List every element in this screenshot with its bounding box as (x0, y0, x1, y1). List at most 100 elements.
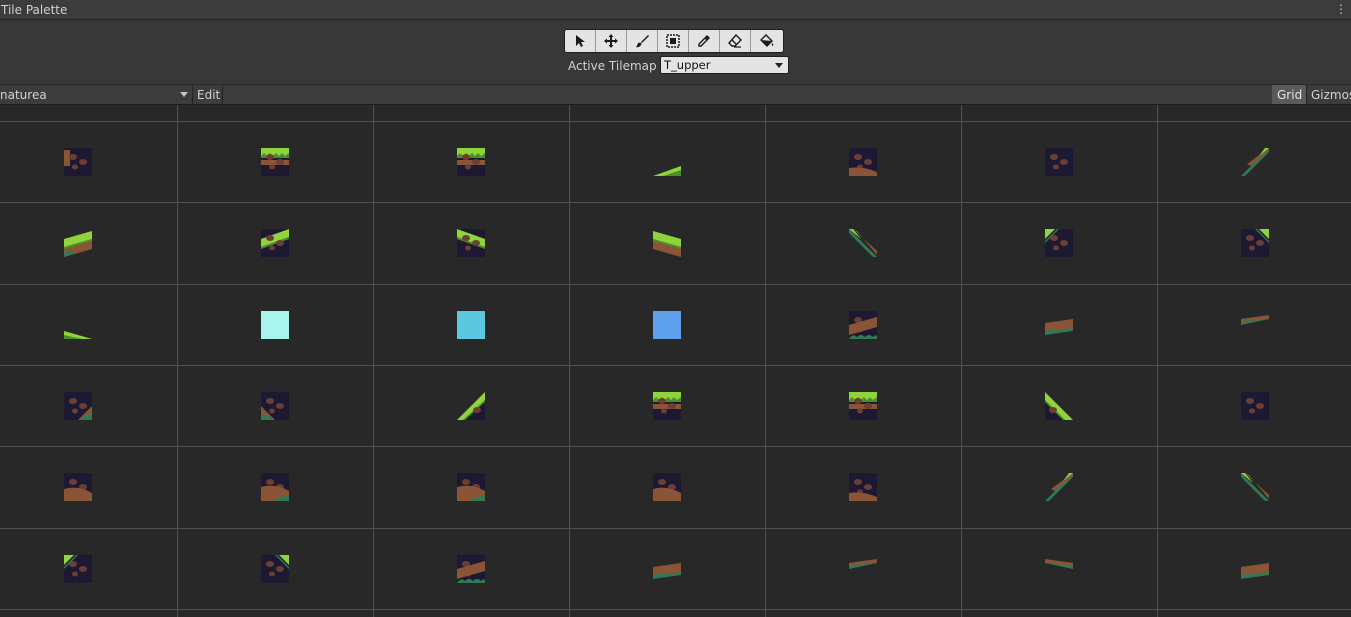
tile-dirt-full-rocks[interactable] (1045, 148, 1073, 176)
kebab-menu-icon[interactable]: ⋮ (1335, 2, 1347, 16)
tile-sprite (1045, 229, 1073, 257)
tile-sprite (457, 229, 485, 257)
tile-dirt-slope-up-small[interactable] (1045, 311, 1073, 339)
tile-dirt-bottom-brown-leaf[interactable] (261, 473, 289, 501)
tile-dirt-slope-up-small[interactable] (653, 555, 681, 583)
tile-grass-slope-up-left[interactable] (64, 229, 92, 257)
tile-dirt-leaf-corner-left[interactable] (261, 392, 289, 420)
cursor-icon (576, 35, 585, 47)
grid-line (765, 105, 766, 617)
grid-line (0, 121, 1351, 122)
tile-sprite (457, 392, 485, 420)
tile-dirt-grass-corner-right[interactable] (261, 555, 289, 583)
brush-icon (635, 35, 649, 48)
tile-sprite (849, 229, 877, 257)
tile-sprite (1241, 473, 1269, 501)
tile-grass-slope-down-left[interactable] (457, 229, 485, 257)
grid-line (373, 105, 374, 617)
tile-sprite (64, 148, 92, 176)
paint-bucket-icon (760, 34, 774, 47)
box-fill-tool-button[interactable] (658, 30, 689, 52)
tile-grass-top-full[interactable] (849, 392, 877, 420)
tile-edge-diagonal-down[interactable] (849, 229, 877, 257)
eraser-icon (728, 34, 742, 48)
tile-grass-slope-up-right[interactable] (261, 229, 289, 257)
edit-button[interactable]: Edit (193, 85, 223, 104)
tile-dirt-bottom-brown-leaf[interactable] (457, 473, 485, 501)
grid-toggle-button[interactable]: Grid (1272, 85, 1306, 104)
tile-grass-slope-small-down[interactable] (64, 311, 92, 339)
tile-color-cyan[interactable] (457, 311, 485, 339)
move-tool-button[interactable] (596, 30, 627, 52)
tile-sprite (653, 311, 681, 339)
gizmos-toggle-button[interactable]: Gizmos (1306, 85, 1351, 104)
erase-tool-button[interactable] (720, 30, 751, 52)
palette-grid-canvas[interactable] (0, 105, 1351, 617)
grid-line (0, 528, 1351, 529)
tile-dirt-grass-corner[interactable] (64, 555, 92, 583)
tile-sprite (457, 473, 485, 501)
tile-grass-slope-small-up[interactable] (653, 148, 681, 176)
tile-sprite (653, 231, 681, 257)
tile-grass-triangle-down[interactable] (1045, 392, 1073, 420)
tile-dirt-full-rocks[interactable] (1241, 392, 1269, 420)
active-tilemap-value: T_upper (664, 58, 711, 72)
tile-sprite (849, 559, 877, 569)
tile-grass-slope-down-right[interactable] (653, 229, 681, 257)
tile-edge-diagonal-up[interactable] (1241, 148, 1269, 176)
tile-dirt-leaf-corner[interactable] (64, 392, 92, 420)
picker-tool-button[interactable] (689, 30, 720, 52)
tile-sprite (1241, 563, 1269, 579)
active-tilemap-dropdown[interactable]: T_upper (660, 56, 789, 74)
grid-line (0, 202, 1351, 203)
box-fill-icon (666, 34, 680, 48)
tile-sprite (1241, 229, 1269, 257)
tile-sprite (849, 148, 877, 176)
tile-grass-top-full[interactable] (653, 392, 681, 420)
fill-tool-button[interactable] (751, 30, 783, 52)
tile-sprite (64, 473, 92, 501)
window-titlebar: Tile Palette ⋮ (0, 0, 1351, 20)
tile-sprite (457, 148, 485, 176)
tile-sprite (457, 555, 485, 583)
tile-dirt-full-bottom[interactable] (849, 473, 877, 501)
tile-sprite (64, 392, 92, 420)
tool-button-group (564, 29, 784, 53)
tile-sprite (653, 473, 681, 501)
grid-line (961, 105, 962, 617)
tile-dirt-slope-thin-down[interactable] (1045, 555, 1073, 583)
grid-line (0, 609, 1351, 610)
tile-dirt-slope-thin[interactable] (1241, 311, 1269, 339)
grid-line (177, 105, 178, 617)
paint-tool-button[interactable] (627, 30, 658, 52)
tile-sprite (1241, 148, 1269, 176)
tile-edge-diagonal-up[interactable] (1045, 473, 1073, 501)
tile-sprite (261, 555, 289, 583)
tile-grass-triangle-up[interactable] (457, 392, 485, 420)
tile-sprite (1045, 319, 1073, 335)
tile-dirt-full-bottom[interactable] (849, 148, 877, 176)
tile-dirt-grass-corner-right[interactable] (1241, 229, 1269, 257)
tile-dirt-bottom-brown[interactable] (64, 473, 92, 501)
tile-grass-top-full[interactable] (457, 148, 485, 176)
tile-sprite (1241, 392, 1269, 420)
tile-dirt-slope-up[interactable] (849, 311, 877, 339)
tile-grass-top-full[interactable] (261, 148, 289, 176)
select-tool-button[interactable] (565, 30, 596, 52)
palette-dropdown[interactable]: naturea (0, 85, 193, 104)
tile-sprite (64, 331, 92, 339)
tile-dirt-slope-thin[interactable] (849, 555, 877, 583)
tile-sprite (261, 473, 289, 501)
tile-dirt-slope-up-small[interactable] (1241, 555, 1269, 583)
tile-dirt-slope-up[interactable] (457, 555, 485, 583)
chevron-down-icon (180, 92, 188, 97)
tile-sprite (1045, 392, 1073, 420)
tile-sprite (1241, 315, 1269, 325)
tile-dirt-bottom-brown[interactable] (653, 473, 681, 501)
tile-sprite (261, 148, 289, 176)
tile-color-cyan-light[interactable] (261, 311, 289, 339)
tile-dirt-grass-corner[interactable] (1045, 229, 1073, 257)
tile-color-blue[interactable] (653, 311, 681, 339)
tile-dirt-full-left[interactable] (64, 148, 92, 176)
tile-edge-diagonal-down[interactable] (1241, 473, 1269, 501)
